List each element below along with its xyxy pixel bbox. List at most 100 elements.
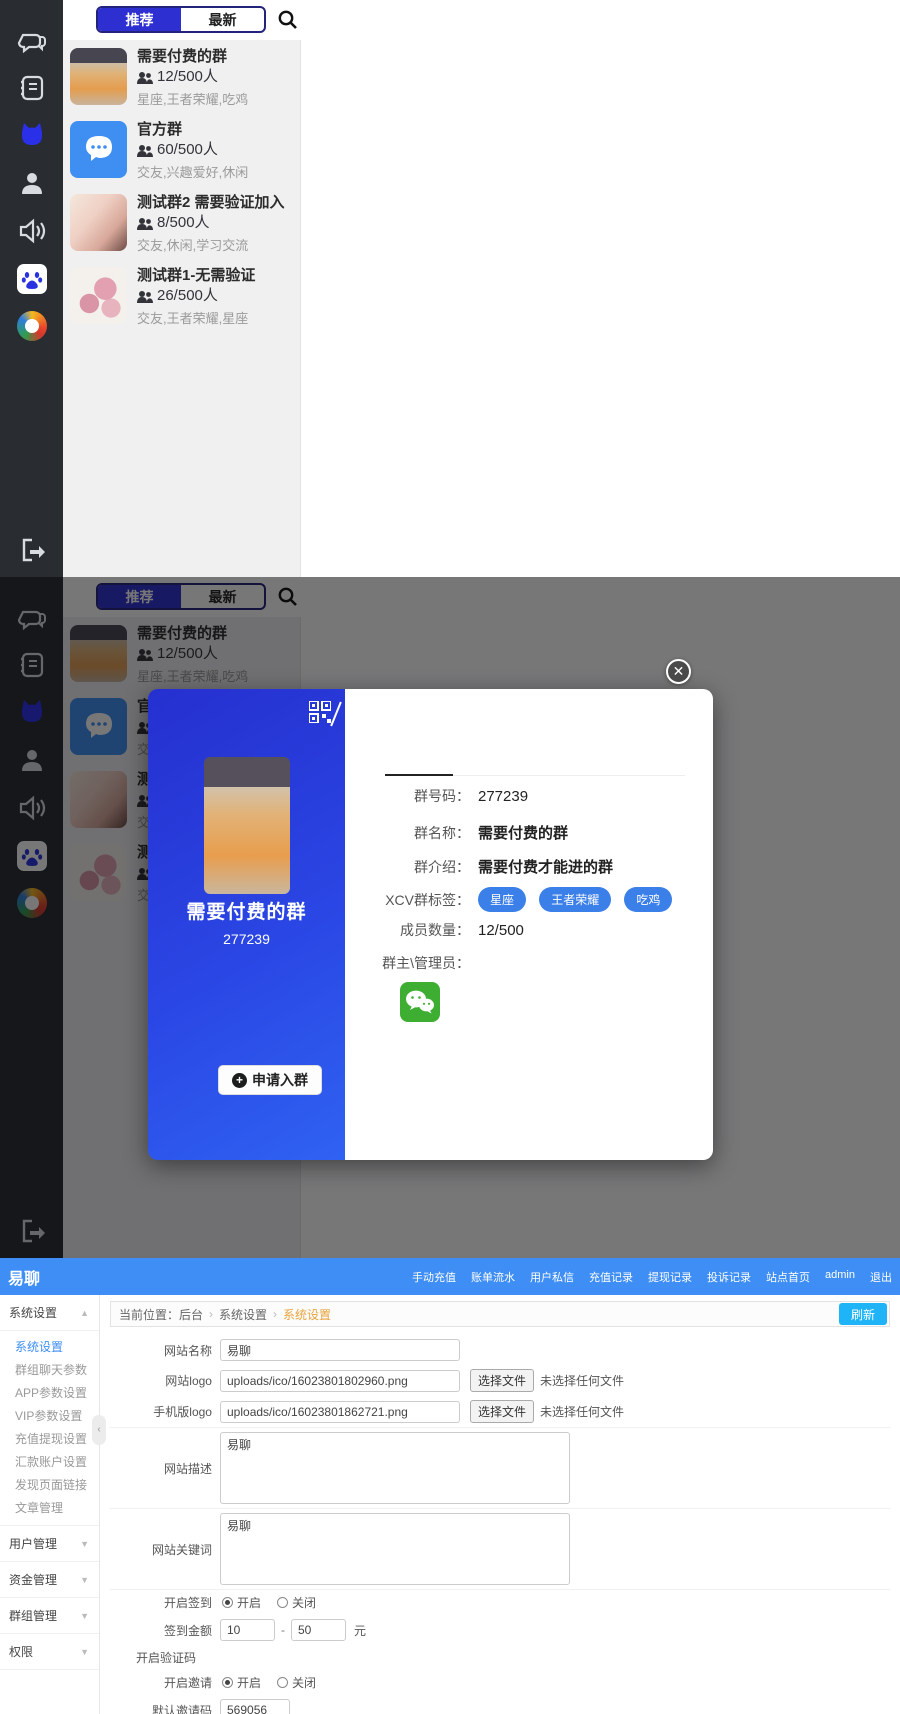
chevron-up-icon: ▲ xyxy=(80,1308,89,1318)
field-label: 网站关键词 xyxy=(110,1541,212,1558)
site-name-input[interactable] xyxy=(220,1339,460,1361)
field-member-count: 成员数量： 12/500 xyxy=(345,920,713,940)
radio-label: 开启 xyxy=(237,1594,261,1611)
refresh-button[interactable]: 刷新 xyxy=(839,1303,887,1325)
chevron-down-icon: ▼ xyxy=(80,1611,89,1621)
submenu-group-chat-params[interactable]: 群组聊天参数 xyxy=(0,1358,99,1381)
group-member-count: 12/500人 xyxy=(157,67,218,87)
site-description-textarea[interactable]: 易聊 xyxy=(220,1432,570,1504)
menu-funds-mgmt[interactable]: 资金管理 ▼ xyxy=(0,1562,99,1598)
field-label: 群名称： xyxy=(345,823,470,843)
amount-max-input[interactable] xyxy=(291,1619,346,1641)
menu-group-mgmt[interactable]: 群组管理 ▼ xyxy=(0,1598,99,1634)
screenshot-root: 推荐 最新 需要付费的群 12/500人 星座,王者荣耀,吃鸡 官方群 xyxy=(0,0,900,1714)
nav-manual-recharge[interactable]: 手动充值 xyxy=(412,1269,456,1285)
admin-sidebar: 系统设置 ▲ 系统设置 群组聊天参数 APP参数设置 VIP参数设置 充值提现设… xyxy=(0,1295,100,1714)
logo-path-input[interactable] xyxy=(220,1370,460,1392)
invite-code-input[interactable] xyxy=(220,1699,290,1714)
field-label: 群号码： xyxy=(345,786,470,806)
form-row-captcha: 开启验证码 xyxy=(110,1645,890,1670)
nav-withdraw-records[interactable]: 提现记录 xyxy=(648,1269,692,1285)
tag-pill[interactable]: 星座 xyxy=(478,887,526,912)
tab-latest[interactable]: 最新 xyxy=(181,8,264,31)
nav-admin-account[interactable]: admin xyxy=(825,1269,855,1285)
group-browser: 推荐 最新 需要付费的群 12/500人 星座,王者荣耀,吃鸡 官方群 xyxy=(63,0,900,577)
submenu-article-mgmt[interactable]: 文章管理 xyxy=(0,1496,99,1519)
members-icon xyxy=(137,290,153,303)
modal-tab-underline xyxy=(385,775,685,776)
brand-logo[interactable]: 易聊 xyxy=(8,1265,40,1289)
chevron-down-icon: ▼ xyxy=(80,1575,89,1585)
field-label: 网站logo xyxy=(110,1372,212,1389)
wechat-admin-icon[interactable] xyxy=(400,982,440,1022)
form-row-signin-amount: 签到金额 - 元 xyxy=(110,1615,890,1645)
group-row[interactable]: 测试群2 需要验证加入 8/500人 交友,休闲,学习交流 xyxy=(70,192,298,258)
group-row[interactable]: 需要付费的群 12/500人 星座,王者荣耀,吃鸡 xyxy=(70,46,298,112)
amount-min-input[interactable] xyxy=(220,1619,275,1641)
form-row-invite-code: 默认邀请码 xyxy=(110,1695,890,1714)
members-icon xyxy=(137,217,153,230)
menu-permissions[interactable]: 权限 ▼ xyxy=(0,1634,99,1670)
choose-file-button[interactable]: 选择文件 xyxy=(470,1369,534,1392)
invite-open-radio[interactable] xyxy=(222,1677,233,1688)
menu-label: 群组管理 xyxy=(9,1607,57,1624)
group-row[interactable]: 官方群 60/500人 交友,兴趣爱好,休闲 xyxy=(70,119,298,185)
submenu-app-params[interactable]: APP参数设置 xyxy=(0,1381,99,1404)
group-avatar-flowers xyxy=(70,267,127,324)
tencent-news-icon[interactable] xyxy=(0,311,63,341)
choose-file-button[interactable]: 选择文件 xyxy=(470,1400,534,1423)
tag-pill[interactable]: 王者荣耀 xyxy=(539,887,611,912)
submenu-discover-links[interactable]: 发现页面链接 xyxy=(0,1473,99,1496)
messages-icon[interactable] xyxy=(0,28,63,58)
tag-pill[interactable]: 吃鸡 xyxy=(624,887,672,912)
groups-icon-active[interactable] xyxy=(0,118,63,150)
submenu-recharge-withdraw[interactable]: 充值提现设置 xyxy=(0,1427,99,1450)
logout-icon[interactable] xyxy=(0,535,63,565)
nav-complaint-records[interactable]: 投诉记录 xyxy=(707,1269,751,1285)
menu-system-settings[interactable]: 系统设置 ▲ xyxy=(0,1295,99,1331)
field-group-number: 群号码： 277239 xyxy=(345,786,713,806)
baidu-icon[interactable] xyxy=(0,264,63,294)
breadcrumb-location: 当前位置：后台 xyxy=(119,1306,203,1323)
chat-app-window-dimmed: 推荐 最新 需要付费的群 12/500人 星座,王者荣耀,吃鸡 官方群 xyxy=(0,577,900,1258)
menu-label: 权限 xyxy=(9,1643,33,1660)
group-title: 需要付费的群 xyxy=(137,47,248,66)
invite-close-radio[interactable] xyxy=(277,1677,288,1688)
submenu-remit-account[interactable]: 汇款账户设置 xyxy=(0,1450,99,1473)
menu-label: 用户管理 xyxy=(9,1535,57,1552)
field-group-tags: XCV群标签： 星座 王者荣耀 吃鸡 xyxy=(345,887,713,912)
mobile-logo-path-input[interactable] xyxy=(220,1401,460,1423)
admin-content: 当前位置：后台 › 系统设置 › 系统设置 刷新 网站名称 网站logo xyxy=(100,1295,900,1714)
admin-panel: 易聊 手动充值 账单流水 用户私信 充值记录 提现记录 投诉记录 站点首页 ad… xyxy=(0,1258,900,1714)
apply-join-button[interactable]: + 申请入群 xyxy=(218,1065,322,1095)
group-title: 测试群2 需要验证加入 xyxy=(137,193,285,212)
nav-logout[interactable]: 退出 xyxy=(870,1269,892,1285)
speaker-icon[interactable] xyxy=(0,216,63,246)
signin-open-radio[interactable] xyxy=(222,1597,233,1608)
signin-close-radio[interactable] xyxy=(277,1597,288,1608)
chevron-down-icon: ▼ xyxy=(80,1539,89,1549)
contacts-icon[interactable] xyxy=(0,73,63,103)
plus-circle-icon: + xyxy=(232,1073,247,1088)
group-member-count: 60/500人 xyxy=(157,140,218,160)
close-icon[interactable]: ✕ xyxy=(666,659,691,684)
nav-billing-flow[interactable]: 账单流水 xyxy=(471,1269,515,1285)
submenu-vip-params[interactable]: VIP参数设置 xyxy=(0,1404,99,1427)
group-row[interactable]: 测试群1-无需验证 26/500人 交友,王者荣耀,星座 xyxy=(70,265,298,331)
nav-recharge-records[interactable]: 充值记录 xyxy=(589,1269,633,1285)
group-tags: 交友,王者荣耀,星座 xyxy=(137,308,255,327)
tab-recommend[interactable]: 推荐 xyxy=(98,8,181,31)
profile-icon[interactable] xyxy=(0,168,63,198)
field-label: 手机版logo xyxy=(110,1403,212,1420)
menu-user-mgmt[interactable]: 用户管理 ▼ xyxy=(0,1526,99,1562)
site-keywords-textarea[interactable]: 易聊 xyxy=(220,1513,570,1585)
nav-user-messages[interactable]: 用户私信 xyxy=(530,1269,574,1285)
submenu-system-settings[interactable]: 系统设置 xyxy=(0,1335,99,1358)
field-label: 群主\管理员： xyxy=(345,953,470,973)
nav-site-home[interactable]: 站点首页 xyxy=(766,1269,810,1285)
field-label: XCV群标签： xyxy=(345,890,470,910)
search-icon[interactable] xyxy=(275,7,301,33)
field-label: 网站名称 xyxy=(110,1342,212,1359)
group-tags: 星座,王者荣耀,吃鸡 xyxy=(137,89,248,108)
breadcrumb-level1[interactable]: 系统设置 xyxy=(219,1306,267,1323)
